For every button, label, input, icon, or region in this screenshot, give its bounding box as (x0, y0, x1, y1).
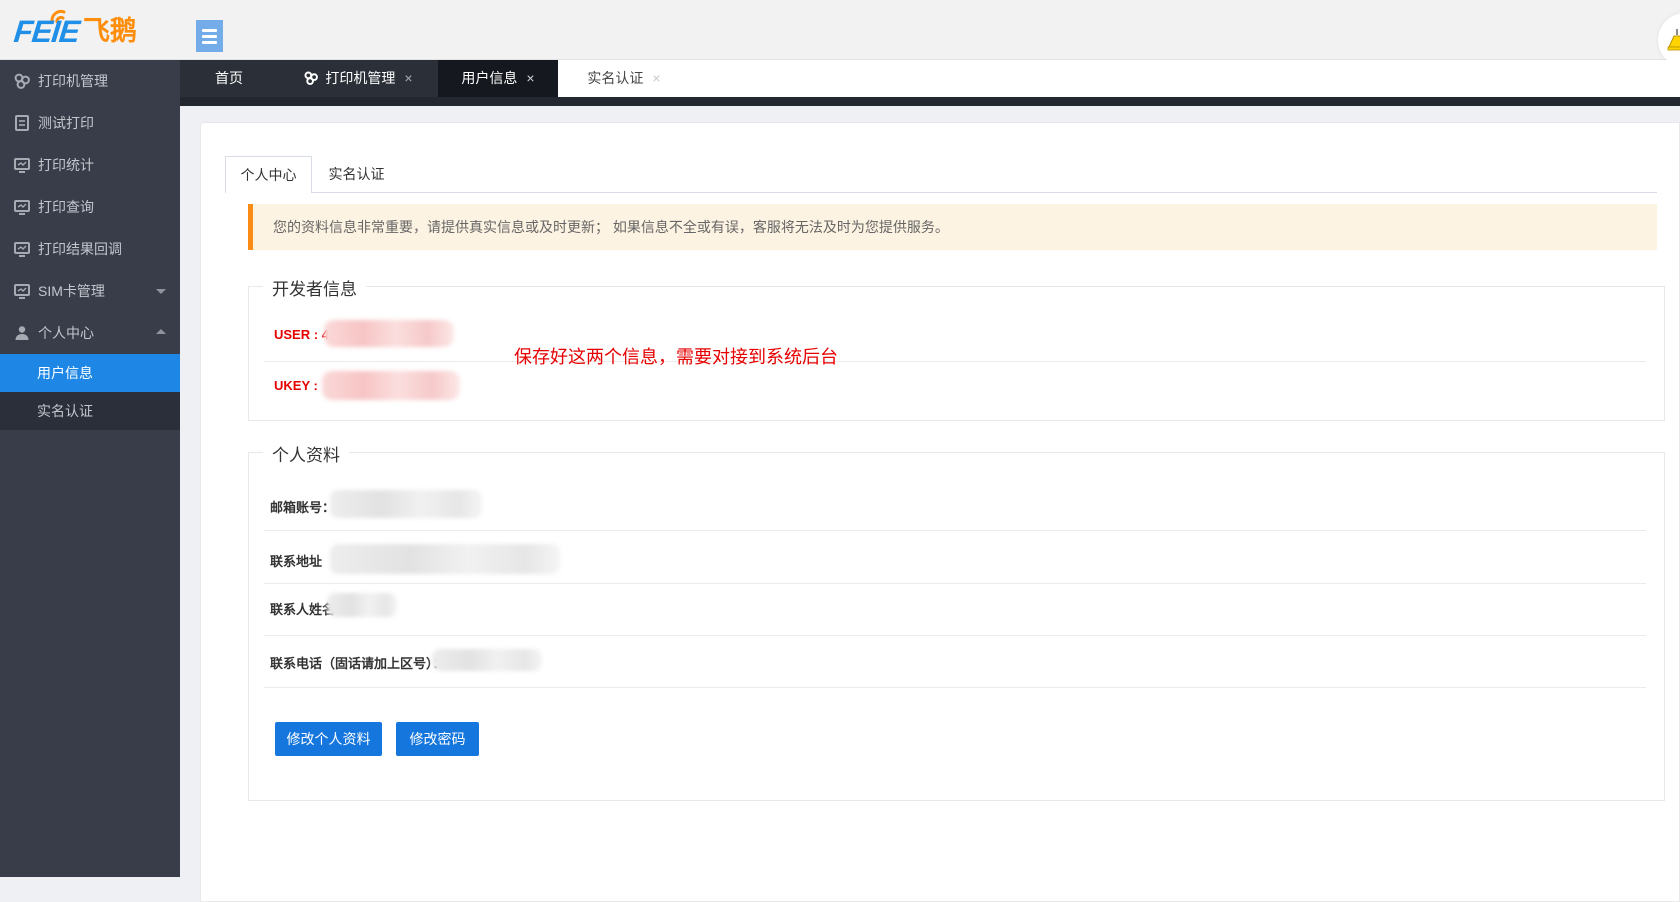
sidebar-subitem-realname-auth[interactable]: 实名认证 (0, 392, 180, 430)
info-alert: 您的资料信息非常重要，请提供真实信息或及时更新； 如果信息不全或有误，客服将无法… (248, 204, 1657, 250)
sidebar-item-label: SIM卡管理 (38, 283, 105, 299)
sidebar-item-label: 个人中心 (38, 325, 94, 341)
printer-cluster-icon (303, 70, 319, 86)
monitor-icon (13, 156, 31, 174)
feie-logo: FEIE飞鹅 (14, 9, 184, 51)
censored-ukey-value (322, 371, 460, 400)
tab-label: 用户信息 (461, 70, 517, 86)
sidebar-item-label: 打印统计 (38, 157, 94, 173)
topbar: FEIE飞鹅 (0, 0, 1680, 60)
censored-email-value (330, 490, 482, 518)
person-icon (13, 324, 31, 342)
chevron-down-icon (156, 289, 166, 294)
content-tab-personal-center[interactable]: 个人中心 (225, 156, 312, 193)
censored-address-value (330, 544, 560, 574)
monitor-icon (13, 240, 31, 258)
email-label: 邮箱账号： (270, 497, 335, 516)
printer-cluster-icon (13, 72, 31, 90)
phone-label: 联系电话（固话请加上区号）： (270, 653, 446, 672)
close-icon[interactable]: × (526, 70, 534, 86)
tab-label: 实名认证 (329, 166, 385, 182)
tab-label: 个人中心 (241, 167, 297, 183)
monitor-icon (13, 198, 31, 216)
sidebar-item-label: 打印结果回调 (38, 241, 122, 257)
change-password-button[interactable]: 修改密码 (396, 722, 479, 756)
section-legend: 个人资料 (263, 441, 349, 466)
sidebar-item-sim-management[interactable]: SIM卡管理 (0, 270, 180, 312)
tab-label: 实名认证 (587, 70, 643, 86)
document-icon (13, 114, 31, 132)
ukey-label: UKEY : (274, 378, 318, 393)
logo-text-en: FEIE (12, 14, 81, 50)
avatar[interactable] (1658, 13, 1680, 67)
sidebar-subitem-label: 用户信息 (37, 365, 93, 381)
sidebar-subitem-label: 实名认证 (37, 403, 93, 419)
censored-phone-value (432, 649, 542, 671)
window-tab-printer-management[interactable]: 打印机管理 × (278, 60, 438, 97)
profile-section: 个人资料 邮箱账号： 联系地址 联系人姓名 联系电话（固话请加上区号）： 修改个… (248, 452, 1665, 801)
hamburger-icon (202, 29, 217, 32)
close-icon[interactable]: × (404, 70, 412, 86)
content-tab-realname-auth[interactable]: 实名认证 (312, 156, 401, 193)
logo-text-cn: 飞鹅 (83, 9, 137, 48)
sidebar-item-label: 打印机管理 (38, 73, 108, 89)
sidebar-item-print-stats[interactable]: 打印统计 (0, 144, 180, 186)
tab-label: 首页 (215, 70, 243, 86)
chevron-up-icon (156, 329, 166, 334)
sidebar-toggle-button[interactable] (196, 20, 223, 52)
sidebar: 打印机管理 测试打印 打印统计 打印查询 打印结果回调 (0, 60, 180, 877)
close-icon[interactable]: × (652, 70, 660, 86)
user-key-label: USER : 4 (274, 327, 329, 342)
window-tab-realname-auth[interactable]: 实名认证 × (558, 60, 690, 97)
monitor-icon (13, 282, 31, 300)
sidebar-item-test-print[interactable]: 测试打印 (0, 102, 180, 144)
main-panel: 个人中心 实名认证 您的资料信息非常重要，请提供真实信息或及时更新； 如果信息不… (200, 122, 1680, 902)
sidebar-item-label: 打印查询 (38, 199, 94, 215)
developer-info-section: 开发者信息 USER : 4 保存好这两个信息，需要对接到系统后台 UKEY : (248, 286, 1665, 421)
backend-note: 保存好这两个信息，需要对接到系统后台 (514, 343, 838, 369)
sidebar-item-personal-center[interactable]: 个人中心 (0, 312, 180, 354)
censored-name-value (327, 593, 397, 617)
contact-name-label: 联系人姓名 (270, 599, 335, 618)
sidebar-item-printer-management[interactable]: 打印机管理 (0, 60, 180, 102)
section-legend: 开发者信息 (263, 275, 366, 300)
sidebar-item-print-callback[interactable]: 打印结果回调 (0, 228, 180, 270)
sidebar-item-label: 测试打印 (38, 115, 94, 131)
window-tab-home[interactable]: 首页 (180, 60, 278, 97)
sidebar-subitem-user-info[interactable]: 用户信息 (0, 354, 180, 392)
address-label: 联系地址 (270, 551, 322, 570)
window-tabstrip: 首页 打印机管理 × 用户信息 × 实名认证 × (180, 60, 1680, 97)
tabstrip-underline (180, 97, 1680, 106)
alert-text: 您的资料信息非常重要，请提供真实信息或及时更新； 如果信息不全或有误，客服将无法… (273, 219, 949, 235)
sidebar-item-print-query[interactable]: 打印查询 (0, 186, 180, 228)
edit-profile-button[interactable]: 修改个人资料 (275, 722, 382, 756)
user-bell-icon (1666, 27, 1680, 51)
tab-label: 打印机管理 (325, 70, 395, 86)
censored-user-value (324, 320, 454, 347)
